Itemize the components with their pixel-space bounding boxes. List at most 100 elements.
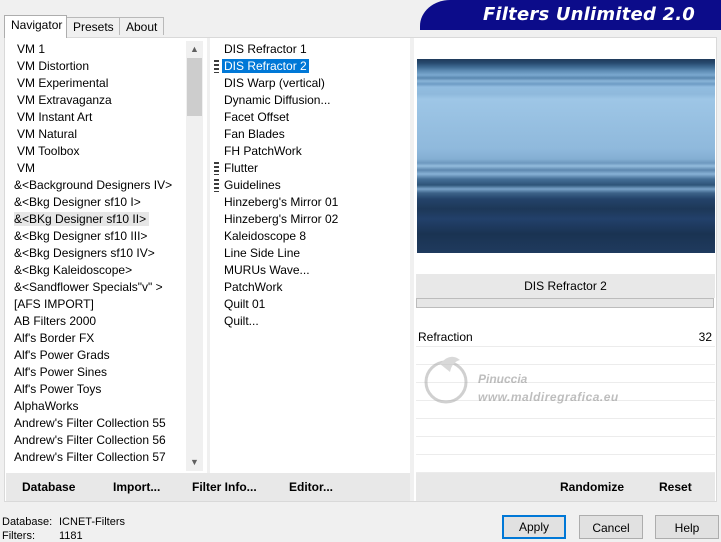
category-item[interactable]: VM 1 xyxy=(8,41,186,58)
category-item[interactable]: [AFS IMPORT] xyxy=(8,296,186,313)
watermark-logo-icon xyxy=(424,356,468,404)
watermark-name: Pinuccia xyxy=(478,372,528,386)
filter-item[interactable]: Flutter xyxy=(213,160,409,177)
category-label: VM xyxy=(17,161,35,175)
import-button[interactable]: Import... xyxy=(113,480,160,494)
app-title: Filters Unlimited 2.0 xyxy=(482,4,695,25)
category-item[interactable]: &<Bkg Designers sf10 IV> xyxy=(8,245,186,262)
filter-item[interactable]: FH PatchWork xyxy=(213,143,409,160)
category-item[interactable]: Alf's Power Sines xyxy=(8,364,186,381)
tab-presets[interactable]: Presets xyxy=(66,17,120,35)
parameter-value[interactable]: 32 xyxy=(699,329,712,346)
category-item[interactable]: &<BKg Designer sf10 II> xyxy=(8,211,186,228)
filter-label: Flutter xyxy=(224,161,259,175)
category-item[interactable]: AlphaWorks xyxy=(8,398,186,415)
scroll-thumb[interactable] xyxy=(187,58,202,116)
category-item[interactable]: VM Extravaganza xyxy=(8,92,186,109)
filter-label: Guidelines xyxy=(224,178,281,192)
help-button[interactable]: Help xyxy=(655,515,719,539)
category-item[interactable]: Alf's Power Toys xyxy=(8,381,186,398)
filter-item[interactable]: PatchWork xyxy=(213,279,409,296)
filter-label: Quilt 01 xyxy=(224,297,266,311)
category-item[interactable]: Andrew's Filter Collection 56 xyxy=(8,432,186,449)
category-item[interactable]: VM xyxy=(8,160,186,177)
category-label: AB Filters 2000 xyxy=(14,314,97,328)
scroll-down-icon[interactable]: ▼ xyxy=(186,454,203,471)
parameter-row-empty xyxy=(416,437,715,455)
category-item[interactable]: Andrew's Filter Collection 55 xyxy=(8,415,186,432)
category-label: &<Sandflower Specials"v" > xyxy=(14,280,163,294)
status-database-value: ICNET-Filters xyxy=(59,516,125,528)
filter-list[interactable]: DIS Refractor 1 DIS Refractor 2 DIS Warp (… xyxy=(213,41,409,341)
category-item[interactable]: Alf's Border FX xyxy=(8,330,186,347)
filter-item[interactable]: DIS Refractor 1 xyxy=(213,41,409,58)
filter-item[interactable]: Facet Offset xyxy=(213,109,409,126)
category-item[interactable]: &<Background Designers IV> xyxy=(8,177,186,194)
parameter-row-empty xyxy=(416,419,715,437)
category-item[interactable]: VM Natural xyxy=(8,126,186,143)
category-item[interactable]: &<Bkg Designer sf10 III> xyxy=(8,228,186,245)
reset-button[interactable]: Reset xyxy=(659,480,692,494)
scroll-up-icon[interactable]: ▲ xyxy=(186,41,203,58)
filter-label: Line Side Line xyxy=(224,246,301,260)
category-item[interactable]: &<Bkg Kaleidoscope> xyxy=(8,262,186,279)
filter-label: MURUs Wave... xyxy=(224,263,310,277)
category-label: Alf's Power Grads xyxy=(14,348,110,362)
category-item[interactable]: Alf's Power Grads xyxy=(8,347,186,364)
category-label: Andrew's Filter Collection 56 xyxy=(14,433,166,447)
category-label: VM Toolbox xyxy=(17,144,80,158)
category-scrollbar[interactable]: ▲ ▼ xyxy=(186,41,203,471)
category-label: &<Background Designers IV> xyxy=(14,178,173,192)
category-item[interactable]: VM Distortion xyxy=(8,58,186,75)
splitter[interactable] xyxy=(410,38,414,501)
filter-item[interactable]: Fan Blades xyxy=(213,126,409,143)
category-item[interactable]: VM Instant Art xyxy=(8,109,186,126)
editor-button[interactable]: Editor... xyxy=(289,480,333,494)
effect-name: DIS Refractor 2 xyxy=(416,274,715,298)
filter-label: DIS Refractor 1 xyxy=(224,42,307,56)
category-item[interactable]: &<Bkg Designer sf10 I> xyxy=(8,194,186,211)
splitter[interactable] xyxy=(207,38,210,501)
category-list[interactable]: VM 1 VM Distortion VM Experimental VM Extra… xyxy=(8,41,186,471)
randomize-button[interactable]: Randomize xyxy=(560,480,624,494)
tab-navigator[interactable]: Navigator xyxy=(4,15,67,38)
title-banner: Filters Unlimited 2.0 xyxy=(420,0,721,30)
filter-label: Kaleidoscope 8 xyxy=(224,229,307,243)
filter-item[interactable]: Dynamic Diffusion... xyxy=(213,92,409,109)
category-label: AlphaWorks xyxy=(14,399,79,413)
filter-item[interactable]: Hinzeberg's Mirror 01 xyxy=(213,194,409,211)
cancel-button[interactable]: Cancel xyxy=(579,515,643,539)
filter-item[interactable]: DIS Warp (vertical) xyxy=(213,75,409,92)
right-button-strip: Randomize Reset xyxy=(416,473,715,501)
category-label: &<Bkg Designers sf10 IV> xyxy=(14,246,155,260)
category-item[interactable]: VM Toolbox xyxy=(8,143,186,160)
category-item[interactable]: AB Filters 2000 xyxy=(8,313,186,330)
category-label: VM Natural xyxy=(17,127,78,141)
filter-item[interactable]: Hinzeberg's Mirror 02 xyxy=(213,211,409,228)
tab-about[interactable]: About xyxy=(119,17,164,35)
grip-icon xyxy=(214,179,219,192)
status-filters-label: Filters: xyxy=(2,530,35,542)
category-item[interactable]: &<Sandflower Specials"v" > xyxy=(8,279,186,296)
filter-label: DIS Warp (vertical) xyxy=(224,76,325,90)
category-label: Andrew's Filter Collection 55 xyxy=(14,416,166,430)
filter-item[interactable]: DIS Refractor 2 xyxy=(213,58,409,75)
filter-info-button[interactable]: Filter Info... xyxy=(192,480,257,494)
status-filters-value: 1181 xyxy=(59,530,83,542)
category-item[interactable]: VM Experimental xyxy=(8,75,186,92)
filter-label: Dynamic Diffusion... xyxy=(224,93,331,107)
filter-item[interactable]: Guidelines xyxy=(213,177,409,194)
filter-label: Facet Offset xyxy=(224,110,290,124)
parameter-row[interactable]: Refraction 32 xyxy=(416,329,715,347)
database-button[interactable]: Database xyxy=(22,480,75,494)
filter-item[interactable]: Kaleidoscope 8 xyxy=(213,228,409,245)
filter-item[interactable]: Quilt... xyxy=(213,313,409,330)
filter-item[interactable]: Quilt 01 xyxy=(213,296,409,313)
filter-item[interactable]: MURUs Wave... xyxy=(213,262,409,279)
watermark: Pinuccia www.maldiregrafica.eu xyxy=(420,352,650,412)
filter-item[interactable]: Line Side Line xyxy=(213,245,409,262)
category-label: &<BKg Designer sf10 II> xyxy=(14,212,150,226)
filter-label: FH PatchWork xyxy=(224,144,302,158)
apply-button[interactable]: Apply xyxy=(502,515,566,539)
category-item[interactable]: Andrew's Filter Collection 57 xyxy=(8,449,186,466)
